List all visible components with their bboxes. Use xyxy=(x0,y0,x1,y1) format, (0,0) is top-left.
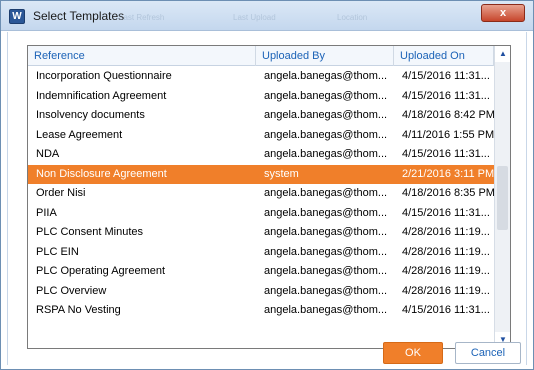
table-row[interactable]: Non Disclosure Agreement system 2/21/2016 … xyxy=(28,164,494,184)
cell-reference: PIIA xyxy=(36,206,57,219)
cell-reference: RSPA No Vesting xyxy=(36,304,121,316)
cell-uploaded-by: angela.banegas@thom... xyxy=(264,70,388,82)
title-bar[interactable]: W Select Templates Last Refresh Last Upl… xyxy=(1,1,533,31)
cell-reference: Indemnification Agreement xyxy=(36,89,167,102)
close-button[interactable]: x xyxy=(481,4,525,22)
cell-uploaded-on: 4/28/2016 11:19... xyxy=(402,226,490,238)
cell-uploaded-on: 4/28/2016 11:19... xyxy=(402,284,490,297)
cell-uploaded-on: 4/15/2016 11:31... xyxy=(402,206,490,219)
cell-uploaded-by: angela.banegas@thom... xyxy=(264,265,388,277)
column-header-reference[interactable]: Reference xyxy=(28,46,256,66)
cell-uploaded-on: 4/28/2016 11:19... xyxy=(402,265,490,277)
cell-uploaded-by: angela.banegas@thom... xyxy=(264,109,388,121)
vertical-scrollbar[interactable]: ▲ ▼ xyxy=(494,46,510,348)
cell-uploaded-by: angela.banegas@thom... xyxy=(264,148,388,160)
cell-uploaded-on: 4/15/2016 11:31... xyxy=(402,70,490,82)
table-row[interactable]: PLC Overview angela.banegas@thom... 4/28/2… xyxy=(28,282,494,302)
cell-uploaded-by: angela.banegas@thom... xyxy=(264,304,388,316)
background-label-last-refresh: Last Refresh xyxy=(119,13,165,22)
column-header-uploaded-on[interactable]: Uploaded On xyxy=(394,46,494,66)
cell-reference: NDA xyxy=(36,148,60,160)
cell-reference: PLC Consent Minutes xyxy=(36,226,143,238)
templates-grid: Reference Uploaded By Uploaded On Incorp… xyxy=(27,45,511,349)
table-row[interactable]: Incorporation Questionnaire angela.banega… xyxy=(28,67,494,87)
cell-uploaded-on: 2/21/2016 3:11 PM xyxy=(402,167,494,180)
ok-button[interactable]: OK xyxy=(383,342,443,364)
cell-uploaded-on: 4/11/2016 1:55 PM xyxy=(402,128,494,141)
table-row[interactable]: Insolvency documents angela.banegas@thom.… xyxy=(28,106,494,126)
cell-uploaded-on: 4/15/2016 11:31... xyxy=(402,89,490,102)
dialog-body: Reference Uploaded By Uploaded On Incorp… xyxy=(7,32,527,365)
grid-rows: Incorporation Questionnaire angela.banega… xyxy=(28,67,494,321)
cell-reference: PLC EIN xyxy=(36,245,79,258)
cell-reference: PLC Overview xyxy=(36,284,107,297)
cell-reference: Incorporation Questionnaire xyxy=(36,70,172,82)
cell-uploaded-on: 4/28/2016 11:19... xyxy=(402,245,490,258)
window-title: Select Templates xyxy=(33,9,125,23)
table-row[interactable]: Lease Agreement angela.banegas@thom... 4/1… xyxy=(28,126,494,146)
scroll-thumb[interactable] xyxy=(497,166,508,230)
word-app-icon: W xyxy=(9,9,25,24)
cell-uploaded-by: angela.banegas@thom... xyxy=(264,206,388,219)
table-row[interactable]: PLC Consent Minutes angela.banegas@thom..… xyxy=(28,223,494,243)
cell-uploaded-by: angela.banegas@thom... xyxy=(264,284,388,297)
cell-uploaded-by: angela.banegas@thom... xyxy=(264,245,388,258)
cell-uploaded-by: angela.banegas@thom... xyxy=(264,187,388,199)
background-label-location: Location xyxy=(337,13,368,22)
cell-uploaded-by: angela.banegas@thom... xyxy=(264,226,388,238)
cell-uploaded-on: 4/15/2016 11:31... xyxy=(402,148,490,160)
cell-uploaded-on: 4/18/2016 8:42 PM xyxy=(402,109,494,121)
table-row[interactable]: PLC Operating Agreement angela.banegas@th… xyxy=(28,262,494,282)
column-header-uploaded-by[interactable]: Uploaded By xyxy=(256,46,394,66)
cell-reference: Insolvency documents xyxy=(36,109,145,121)
table-row[interactable]: Indemnification Agreement angela.banegas@… xyxy=(28,87,494,107)
cell-uploaded-by: system xyxy=(264,167,299,180)
cell-reference: Lease Agreement xyxy=(36,128,123,141)
cell-reference: PLC Operating Agreement xyxy=(36,265,166,277)
table-row[interactable]: PLC EIN angela.banegas@thom... 4/28/2016 1… xyxy=(28,243,494,263)
cell-uploaded-by: angela.banegas@thom... xyxy=(264,89,388,102)
cell-reference: Non Disclosure Agreement xyxy=(36,167,167,180)
scroll-up-icon[interactable]: ▲ xyxy=(495,46,510,62)
table-row[interactable]: Order Nisi angela.banegas@thom... 4/18/201… xyxy=(28,184,494,204)
cell-uploaded-on: 4/18/2016 8:35 PM xyxy=(402,187,494,199)
grid-header: Reference Uploaded By Uploaded On xyxy=(28,46,510,66)
cell-uploaded-on: 4/15/2016 11:31... xyxy=(402,304,490,316)
background-label-last-upload: Last Upload xyxy=(233,13,276,22)
cancel-button[interactable]: Cancel xyxy=(455,342,521,364)
table-row[interactable]: NDA angela.banegas@thom... 4/15/2016 11:31… xyxy=(28,145,494,165)
cell-uploaded-by: angela.banegas@thom... xyxy=(264,128,388,141)
cell-reference: Order Nisi xyxy=(36,187,86,199)
table-row[interactable]: RSPA No Vesting angela.banegas@thom... 4/1… xyxy=(28,301,494,321)
table-row[interactable]: PIIA angela.banegas@thom... 4/15/2016 11:3… xyxy=(28,204,494,224)
dialog-window: W Select Templates Last Refresh Last Upl… xyxy=(0,0,534,370)
